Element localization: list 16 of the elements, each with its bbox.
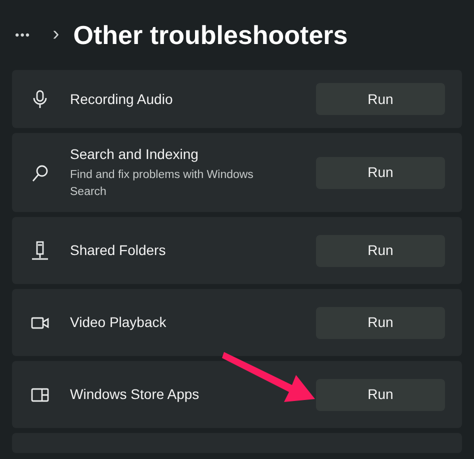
network-computer-icon	[30, 240, 50, 260]
run-button[interactable]: Run	[316, 306, 445, 338]
troubleshooter-name: Video Playback	[70, 313, 168, 332]
search-icon	[30, 162, 50, 182]
troubleshooter-description: Find and fix problems with Windows Search	[70, 168, 254, 200]
run-button[interactable]: Run	[316, 83, 445, 115]
breadcrumb-separator: ›	[52, 22, 60, 47]
troubleshooter-name: Shared Folders	[70, 241, 167, 260]
run-button[interactable]: Run	[316, 156, 445, 188]
troubleshooter-name: Search and Indexing	[70, 145, 200, 164]
page-title: Other troubleshooters	[73, 18, 348, 52]
more-button[interactable]: •••	[15, 26, 31, 44]
troubleshooter-name: Recording Audio	[70, 90, 174, 109]
run-button[interactable]: Run	[316, 378, 445, 410]
troubleshooter-name: Windows Store Apps	[70, 385, 200, 404]
run-button[interactable]: Run	[316, 234, 445, 266]
